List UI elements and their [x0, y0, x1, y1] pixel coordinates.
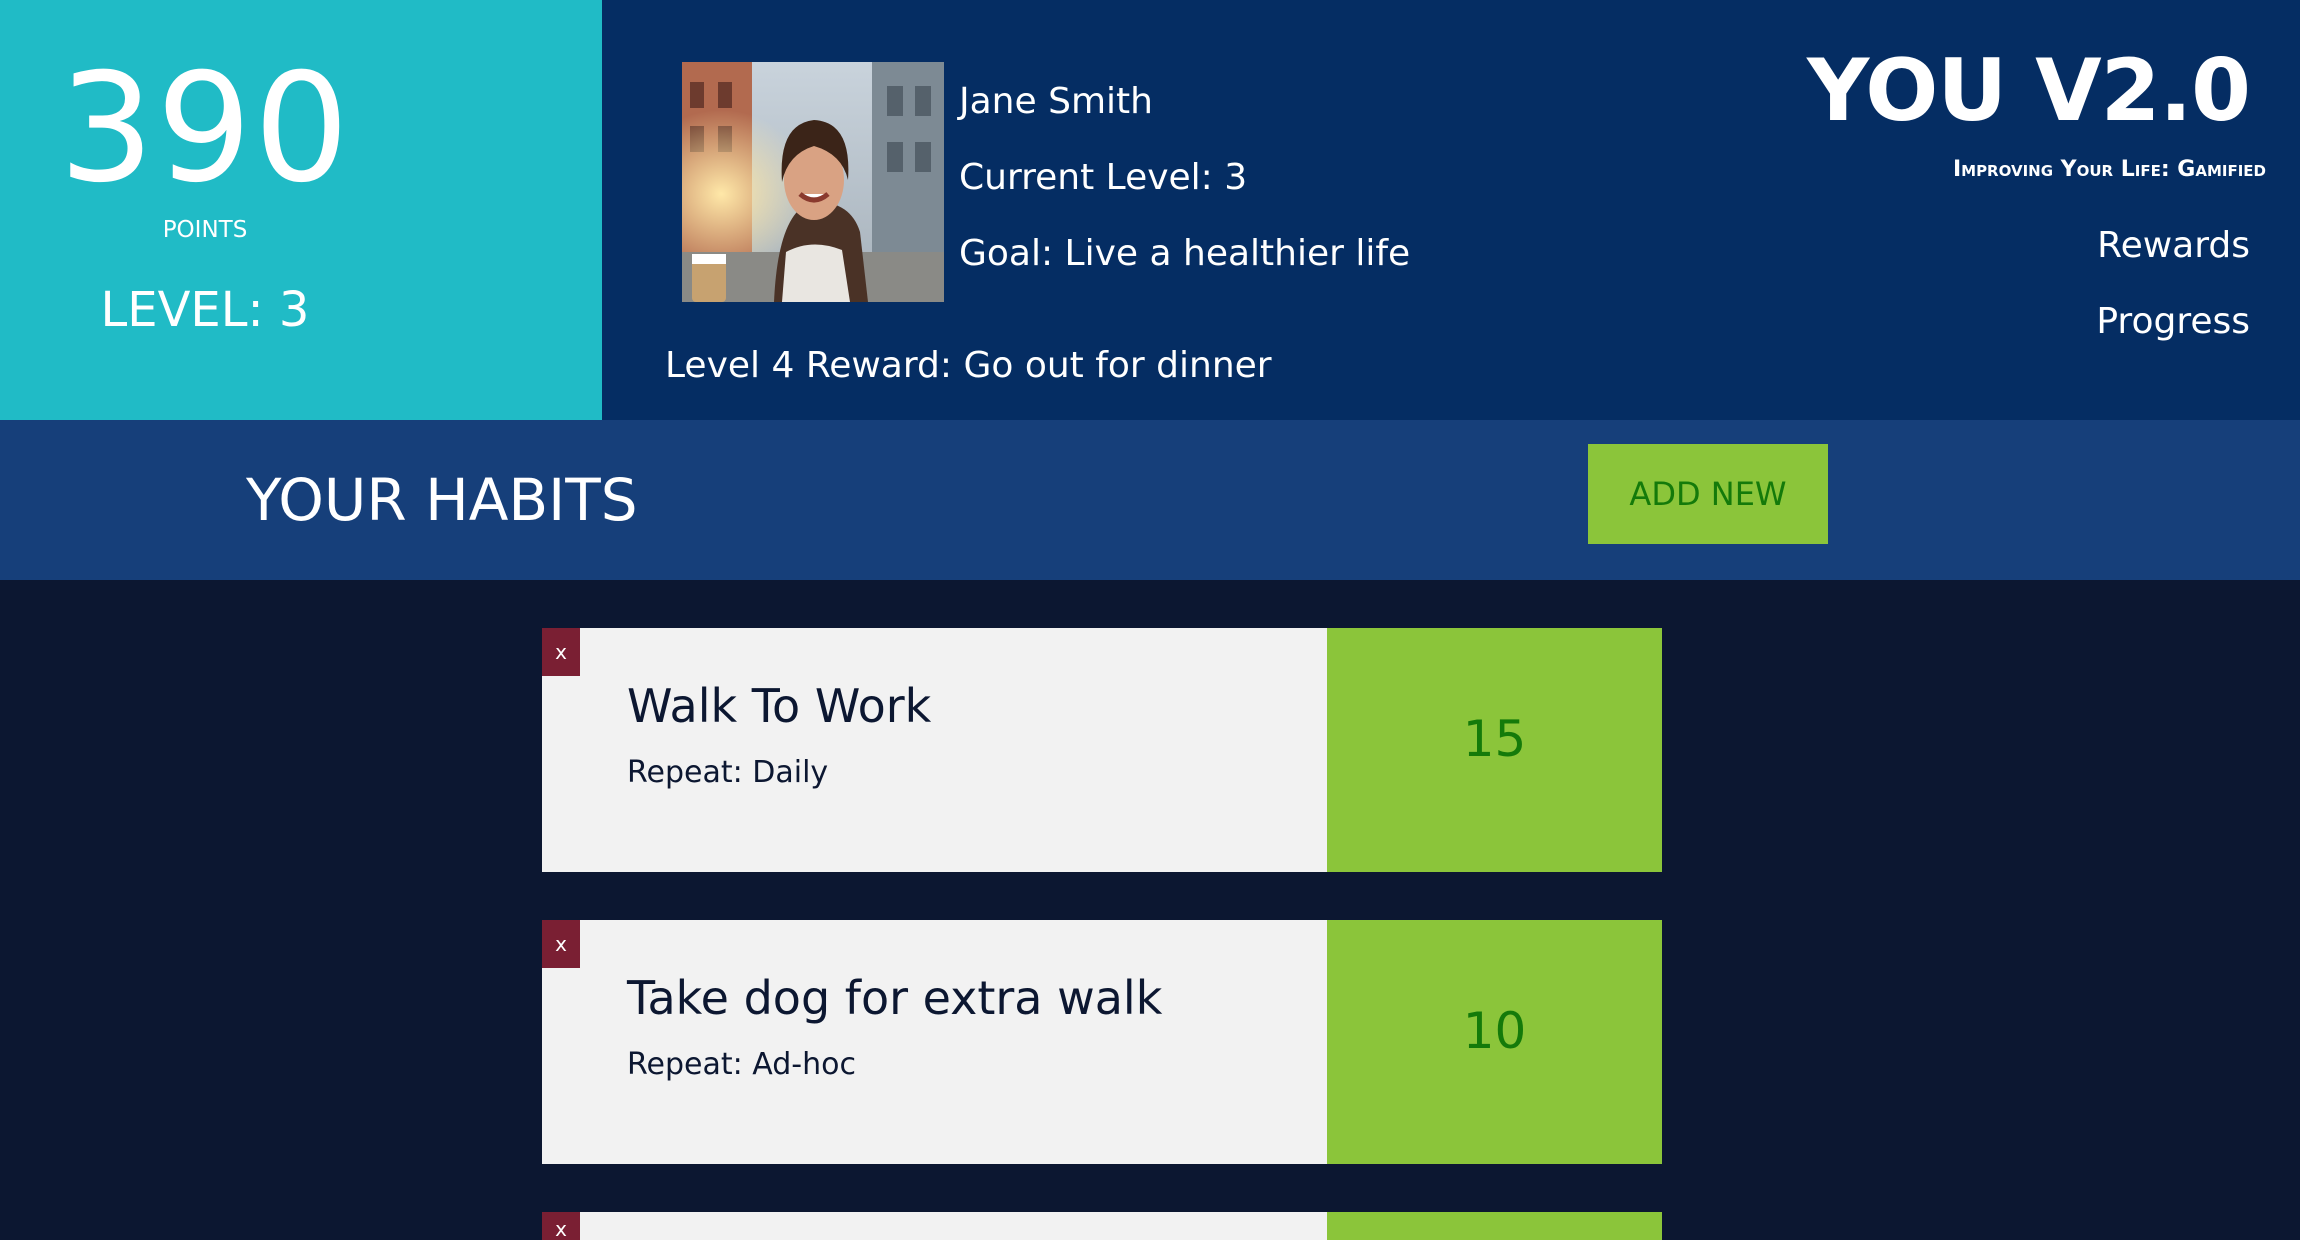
- level-label: LEVEL: 3: [100, 282, 310, 338]
- avatar-photo: [682, 62, 944, 302]
- next-level-reward: Level 4 Reward: Go out for dinner: [665, 345, 1272, 386]
- habit-name: Walk To Work: [627, 679, 932, 733]
- habit-repeat: Repeat: Ad-hoc: [627, 1047, 856, 1082]
- habit-card[interactable]: Walk To Work Repeat: Daily x 15: [542, 628, 1662, 872]
- points-value: 390: [58, 42, 352, 216]
- habit-name: Take dog for extra walk: [627, 971, 1163, 1025]
- habit-points-button[interactable]: 10: [1327, 920, 1662, 1164]
- habit-repeat: Repeat: Daily: [627, 755, 829, 790]
- habit-card[interactable]: Take dog for extra walk Repeat: Ad-hoc x…: [542, 920, 1662, 1164]
- habit-body: [542, 1212, 1327, 1240]
- brand-tagline: Improving Your Life: Gamified: [1952, 157, 2266, 182]
- header: 390 POINTS LEVEL: 3 Jane Smith Current L…: [0, 0, 2300, 420]
- habit-body: Take dog for extra walk Repeat: Ad-hoc: [542, 920, 1327, 1164]
- delete-habit-button[interactable]: x: [542, 628, 580, 676]
- habit-body: Walk To Work Repeat: Daily: [542, 628, 1327, 872]
- score-panel: 390 POINTS LEVEL: 3: [0, 0, 602, 420]
- nav-progress-link[interactable]: Progress: [2096, 300, 2250, 344]
- add-new-habit-button[interactable]: ADD NEW: [1588, 444, 1828, 544]
- user-name: Jane Smith: [959, 81, 1153, 122]
- habits-bar: YOUR HABITS ADD NEW: [0, 420, 2300, 580]
- habit-points-button[interactable]: 15: [1327, 628, 1662, 872]
- points-label: POINTS: [162, 217, 248, 243]
- delete-habit-button[interactable]: x: [542, 920, 580, 968]
- delete-habit-button[interactable]: x: [542, 1212, 580, 1240]
- habits-title: YOUR HABITS: [246, 466, 638, 534]
- user-goal: Goal: Live a healthier life: [959, 233, 1411, 274]
- habit-card[interactable]: x: [542, 1212, 1662, 1240]
- nav-rewards-link[interactable]: Rewards: [2097, 224, 2250, 268]
- avatar: [682, 62, 944, 302]
- user-current-level: Current Level: 3: [959, 157, 1248, 198]
- habit-points-button[interactable]: [1327, 1212, 1662, 1240]
- brand-logo: YOU V2.0: [1807, 41, 2251, 141]
